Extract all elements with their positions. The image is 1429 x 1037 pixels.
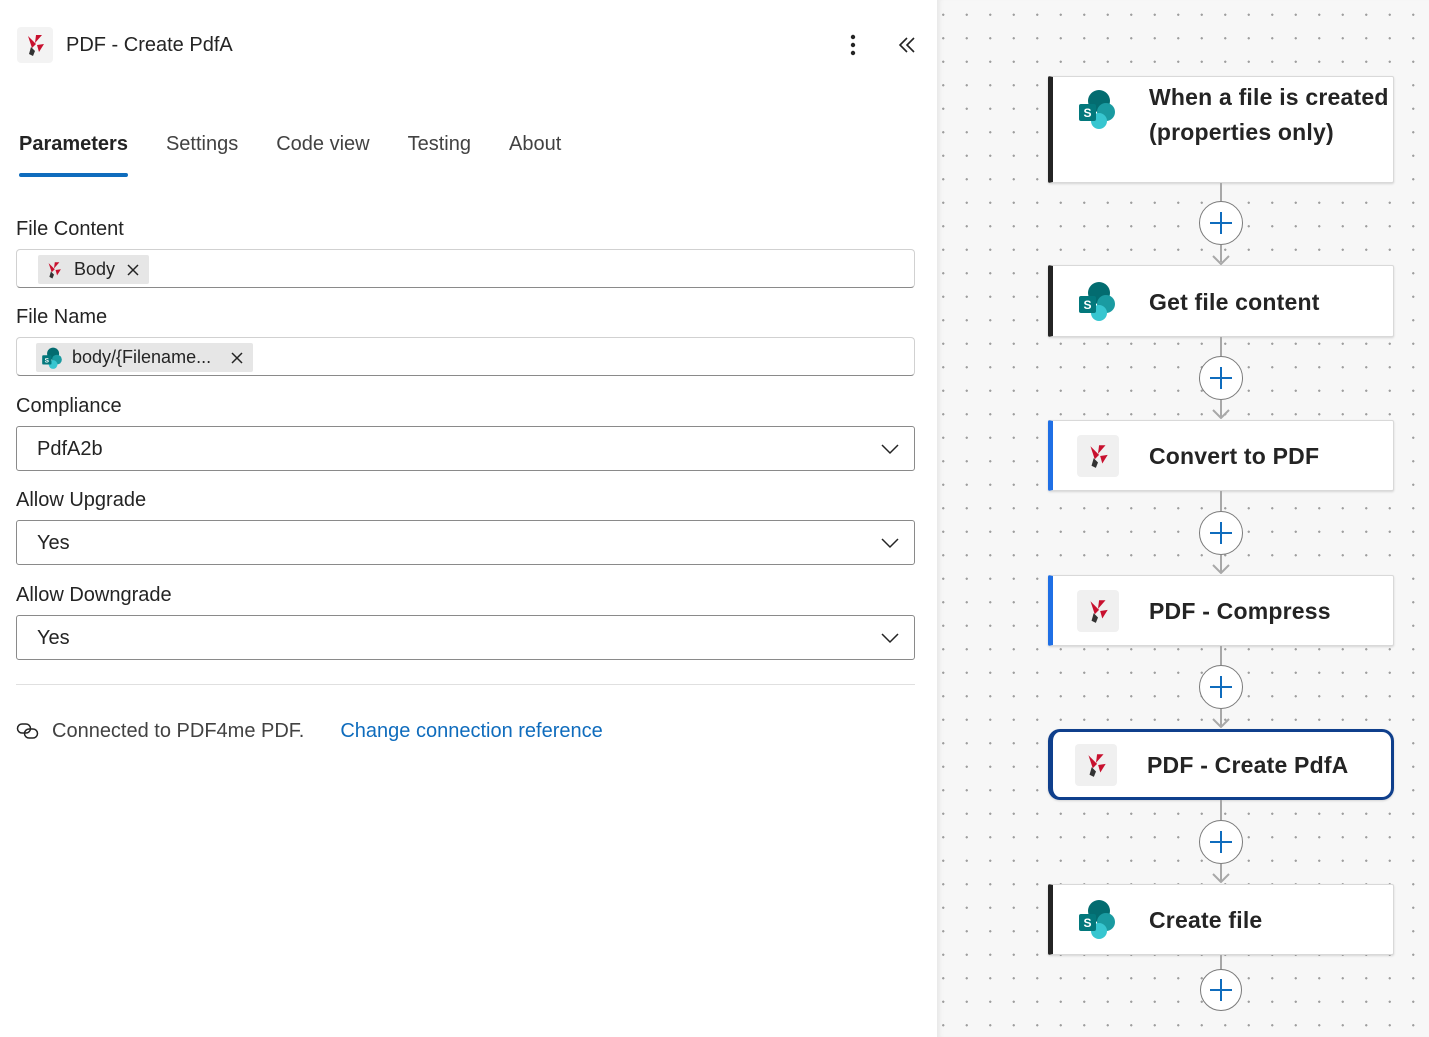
chevron-down-icon — [881, 538, 899, 549]
plus-icon — [1210, 979, 1232, 1001]
plus-icon — [1210, 522, 1232, 544]
tab-settings[interactable]: Settings — [166, 133, 238, 177]
flow-node-trigger[interactable]: S When a file is created (properties onl… — [1048, 76, 1394, 183]
connector-line — [1220, 646, 1222, 665]
connection-info: Connected to PDF4me PDF. Change connecti… — [16, 718, 603, 744]
add-step-button[interactable] — [1199, 665, 1243, 709]
compliance-dropdown[interactable]: PdfA2b — [16, 426, 915, 471]
tab-parameters[interactable]: Parameters — [19, 133, 128, 177]
svg-text:S: S — [1083, 298, 1091, 312]
allow-upgrade-value: Yes — [37, 532, 70, 554]
allow-downgrade-dropdown[interactable]: Yes — [16, 615, 915, 660]
chevron-down-icon — [881, 444, 899, 455]
add-step-button[interactable] — [1199, 356, 1243, 400]
tab-bar: Parameters Settings Code view Testing Ab… — [19, 133, 599, 179]
compliance-value: PdfA2b — [37, 438, 103, 460]
token-label: Body — [74, 259, 116, 279]
svg-text:S: S — [1083, 106, 1091, 120]
allow-downgrade-label: Allow Downgrade — [16, 584, 172, 606]
tab-code-view[interactable]: Code view — [276, 133, 369, 177]
plus-icon — [1210, 212, 1232, 234]
flow-node-pdf-create-pdfa[interactable]: PDF - Create PdfA — [1048, 729, 1394, 800]
flow-node-get-file-content[interactable]: S Get file content — [1048, 265, 1394, 337]
arrow-down-icon — [1212, 564, 1230, 574]
sharepoint-icon: S — [1075, 897, 1119, 941]
file-content-input[interactable]: Body — [16, 249, 915, 288]
connector-line — [1220, 800, 1222, 820]
node-title: Create file — [1149, 907, 1263, 933]
add-step-button[interactable] — [1199, 511, 1243, 555]
connector-line — [1220, 337, 1222, 356]
panel-title: PDF - Create PdfA — [66, 34, 233, 56]
add-step-button[interactable] — [1200, 969, 1242, 1011]
pdf4me-icon — [1077, 435, 1119, 477]
allow-upgrade-dropdown[interactable]: Yes — [16, 520, 915, 565]
token-label: body/{Filename... — [72, 347, 212, 367]
svg-text:S: S — [45, 357, 50, 364]
panel-header: PDF - Create PdfA — [17, 27, 920, 63]
sharepoint-icon: S — [40, 346, 64, 370]
tab-about[interactable]: About — [509, 133, 561, 177]
arrow-down-icon — [1212, 409, 1230, 419]
arrow-down-icon — [1212, 255, 1230, 265]
node-title: PDF - Compress — [1149, 598, 1331, 624]
compliance-label: Compliance — [16, 395, 122, 417]
plus-icon — [1210, 831, 1232, 853]
sharepoint-icon: S — [1075, 87, 1119, 131]
details-panel: PDF - Create PdfA Parameters Settings Co… — [0, 0, 937, 1037]
pdf4me-icon — [17, 27, 53, 63]
change-connection-link[interactable]: Change connection reference — [340, 720, 602, 743]
allow-upgrade-label: Allow Upgrade — [16, 489, 147, 511]
pdf4me-icon — [1075, 744, 1117, 786]
flow-node-pdf-compress[interactable]: PDF - Compress — [1048, 575, 1394, 646]
node-title: Convert to PDF — [1149, 443, 1320, 469]
pdf4me-icon — [1077, 590, 1119, 632]
add-step-button[interactable] — [1199, 201, 1243, 245]
plus-icon — [1210, 367, 1232, 389]
pdf4me-icon — [42, 258, 66, 282]
add-step-button[interactable] — [1199, 820, 1243, 864]
sharepoint-icon: S — [1075, 279, 1119, 323]
tab-testing[interactable]: Testing — [408, 133, 471, 177]
body-token[interactable]: Body — [38, 255, 150, 284]
file-name-input[interactable]: S body/{Filename... — [16, 337, 915, 376]
more-options-icon[interactable] — [843, 31, 863, 59]
remove-token-icon[interactable] — [229, 350, 245, 366]
flow-node-convert-to-pdf[interactable]: Convert to PDF — [1048, 420, 1394, 491]
connection-text: Connected to PDF4me PDF. — [52, 719, 305, 742]
connector-line — [1220, 955, 1222, 969]
link-icon — [16, 719, 40, 743]
node-title: Get file content — [1149, 289, 1320, 315]
plus-icon — [1210, 676, 1232, 698]
node-title: When a file is created (properties only) — [1149, 84, 1389, 145]
arrow-down-icon — [1212, 873, 1230, 883]
filename-token[interactable]: S body/{Filename... — [36, 343, 254, 372]
chevron-down-icon — [881, 633, 899, 644]
svg-text:S: S — [1083, 916, 1091, 930]
file-content-label: File Content — [16, 218, 124, 240]
arrow-down-icon — [1212, 718, 1230, 728]
connector-line — [1220, 183, 1222, 201]
flow-node-create-file[interactable]: S Create file — [1048, 884, 1394, 955]
node-title: PDF - Create PdfA — [1147, 752, 1349, 778]
collapse-panel-icon[interactable] — [895, 31, 919, 59]
connector-line — [1220, 491, 1222, 511]
allow-downgrade-value: Yes — [37, 627, 70, 649]
remove-token-icon[interactable] — [125, 262, 141, 278]
file-name-label: File Name — [16, 306, 108, 328]
divider — [16, 684, 915, 685]
